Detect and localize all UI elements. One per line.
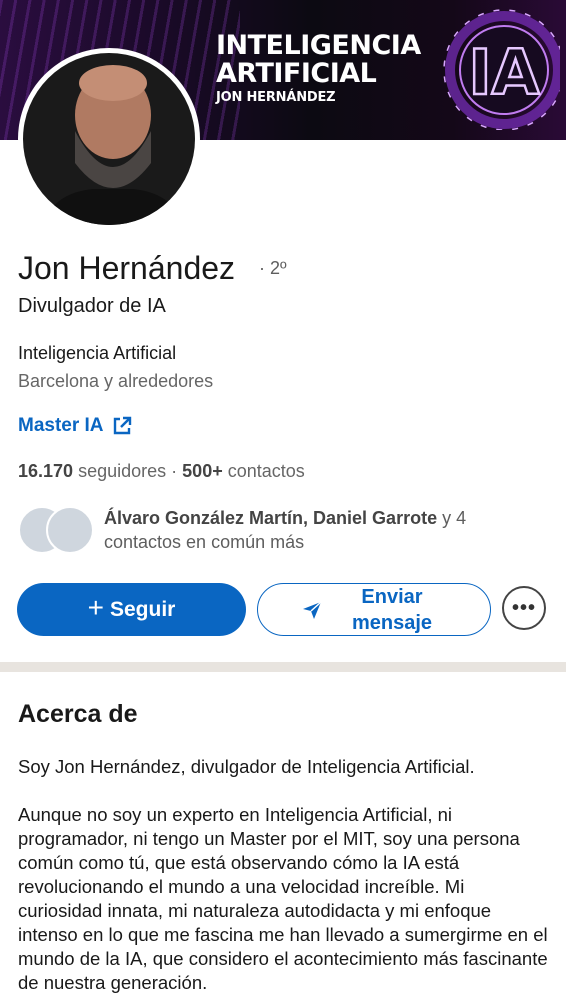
external-link-icon	[113, 416, 131, 435]
mutual-avatars[interactable]	[18, 506, 94, 554]
connection-degree: · 2º	[259, 258, 287, 278]
about-title: Acerca de	[18, 700, 138, 728]
banner-subtitle: Jon Hernández	[216, 90, 336, 105]
more-options-button[interactable]: •••	[502, 586, 546, 630]
follow-label: Seguir	[110, 597, 176, 621]
message-label: Enviar mensaje	[351, 585, 433, 634]
section-divider	[0, 662, 566, 672]
profile-company: Inteligencia Artificial	[18, 343, 177, 363]
profile-location: Barcelona y alrededores	[18, 371, 214, 391]
plus-icon: +	[87, 592, 104, 623]
ia-badge-icon: IA	[443, 9, 560, 130]
website-link[interactable]: Master IA	[18, 415, 132, 437]
mutual-connections[interactable]: Álvaro González Martín, Daniel Garrote y…	[104, 506, 544, 554]
connections-label: contactos	[227, 461, 305, 481]
followers-label: seguidores	[78, 461, 167, 481]
ia-badge-text: IA	[468, 36, 539, 109]
website-label: Master IA	[18, 415, 104, 436]
followers-count: 16.170	[18, 461, 74, 481]
about-paragraph-2: Aunque no soy un experto en Inteligencia…	[18, 804, 548, 993]
profile-photo	[23, 53, 195, 225]
send-icon	[303, 600, 322, 619]
connections-count: 500+	[182, 461, 223, 481]
profile-avatar[interactable]	[18, 48, 200, 230]
mutual-names: Álvaro González Martín, Daniel Garrote	[104, 508, 438, 528]
profile-name: Jon Hernández	[18, 250, 236, 286]
message-button[interactable]: Enviar mensaje	[257, 583, 491, 636]
follower-stats[interactable]: 16.170 seguidores · 500+ contactos	[18, 461, 305, 482]
follow-button[interactable]: + Seguir	[17, 583, 246, 636]
profile-headline: Divulgador de IA	[18, 295, 166, 317]
more-icon: •••	[511, 596, 536, 619]
about-paragraph-1: Soy Jon Hernández, divulgador de Intelig…	[18, 756, 475, 777]
stats-separator: ·	[171, 461, 178, 481]
mutual-avatar	[46, 506, 94, 554]
